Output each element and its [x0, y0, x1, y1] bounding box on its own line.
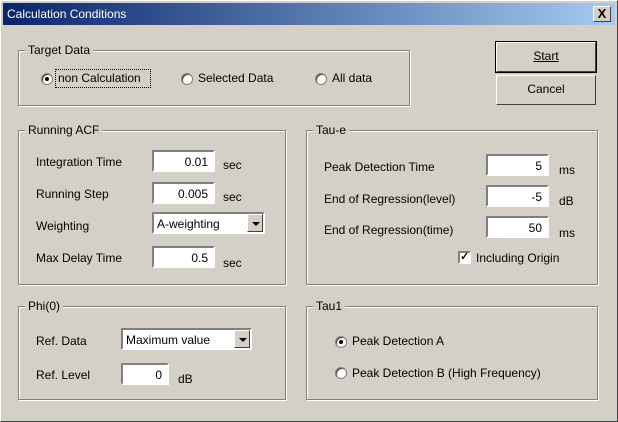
target-radio-all-data[interactable]	[315, 73, 327, 85]
close-button[interactable]: X	[593, 6, 611, 22]
regression-time-field[interactable]: 50	[486, 216, 549, 238]
target-label-selected-data[interactable]: Selected Data	[198, 71, 273, 85]
tau1-group: Tau1	[306, 299, 598, 400]
phi0-legend: Phi(0)	[25, 299, 64, 313]
weighting-value: A-weighting	[157, 217, 220, 231]
dialog-window: Calculation Conditions X Start Cancel Ta…	[0, 0, 618, 422]
running-step-label: Running Step	[36, 187, 109, 201]
max-delay-label: Max Delay Time	[36, 251, 123, 265]
start-button-label: Start	[533, 49, 559, 63]
chevron-down-icon[interactable]	[234, 330, 250, 348]
running-step-unit: sec	[223, 190, 242, 204]
running-acf-legend: Running ACF	[25, 123, 103, 137]
tau1-label-peak-b[interactable]: Peak Detection B (High Frequency)	[352, 366, 541, 380]
window-title: Calculation Conditions	[7, 7, 127, 21]
weighting-label: Weighting	[36, 219, 90, 233]
ref-level-field[interactable]: 0	[121, 363, 169, 385]
regression-level-unit: dB	[559, 194, 574, 208]
peak-detection-time-unit: ms	[559, 163, 575, 177]
chevron-down-icon[interactable]	[247, 214, 263, 232]
including-origin-label[interactable]: Including Origin	[476, 251, 559, 265]
title-bar[interactable]: Calculation Conditions X	[3, 3, 615, 25]
tau1-label-peak-a[interactable]: Peak Detection A	[352, 334, 444, 348]
close-icon: X	[597, 6, 607, 21]
peak-detection-time-label: Peak Detection Time	[324, 160, 435, 174]
integration-time-label: Integration Time	[36, 155, 123, 169]
integration-time-field[interactable]: 0.01	[152, 150, 215, 172]
tau-e-legend: Tau-e	[313, 123, 350, 137]
tau1-radio-peak-a[interactable]	[335, 336, 347, 348]
regression-level-field[interactable]: -5	[486, 185, 549, 207]
target-label-non-calculation[interactable]: non Calculation	[58, 71, 141, 85]
start-button[interactable]: Start	[495, 41, 597, 73]
checkmark-icon: ✓	[460, 251, 470, 263]
target-label-all-data[interactable]: All data	[332, 71, 372, 85]
ref-data-label: Ref. Data	[36, 334, 87, 348]
running-step-field[interactable]: 0.005	[152, 182, 215, 204]
regression-time-unit: ms	[559, 226, 575, 240]
cancel-button[interactable]: Cancel	[496, 75, 596, 105]
target-radio-selected-data[interactable]	[181, 73, 193, 85]
peak-detection-time-field[interactable]: 5	[486, 154, 549, 176]
ref-level-unit: dB	[178, 372, 193, 386]
weighting-select[interactable]: A-weighting	[152, 212, 265, 234]
regression-time-label: End of Regression(time)	[324, 223, 454, 237]
target-radio-non-calculation[interactable]	[41, 73, 53, 85]
ref-data-select[interactable]: Maximum value	[121, 328, 252, 350]
max-delay-field[interactable]: 0.5	[152, 246, 215, 268]
ref-data-value: Maximum value	[126, 333, 211, 347]
regression-level-label: End of Regression(level)	[324, 192, 456, 206]
phi0-group: Phi(0)	[18, 299, 286, 400]
cancel-button-label: Cancel	[527, 82, 565, 96]
tau1-radio-peak-b[interactable]	[335, 367, 347, 379]
ref-level-label: Ref. Level	[36, 368, 91, 382]
integration-time-unit: sec	[223, 158, 242, 172]
target-data-legend: Target Data	[25, 43, 94, 57]
including-origin-checkbox[interactable]: ✓	[458, 251, 471, 264]
tau1-legend: Tau1	[313, 299, 346, 313]
max-delay-unit: sec	[223, 256, 242, 270]
